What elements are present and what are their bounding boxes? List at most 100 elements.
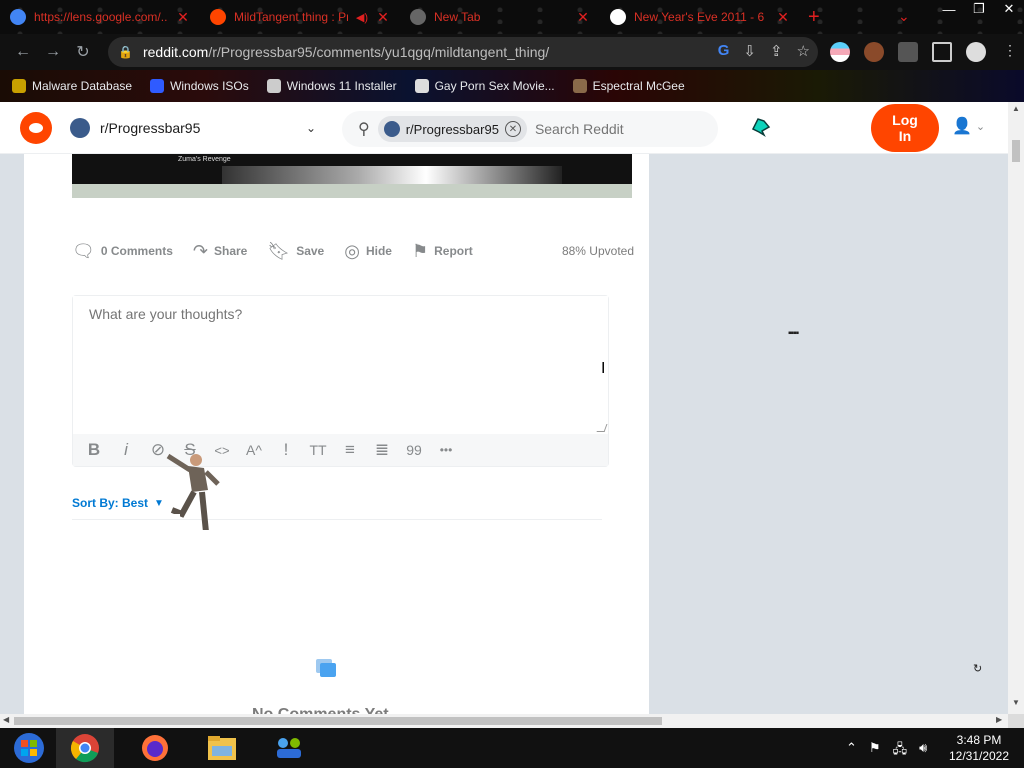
- bookmark-windows-isos[interactable]: Windows ISOs: [150, 79, 249, 93]
- network-icon[interactable]: 🖧: [893, 740, 908, 762]
- user-menu-button[interactable]: 👤 ⌄: [952, 116, 985, 136]
- google-lens-icon: [10, 9, 26, 25]
- bookmark-label: Gay Porn Sex Movie...: [434, 79, 555, 93]
- comment-editor: B i ⊘ S <> A^ ! TT ≡ ≣ 99 •••: [72, 295, 609, 467]
- back-button[interactable]: ←: [8, 37, 38, 67]
- post-image[interactable]: Zuma's Revenge: [72, 154, 632, 198]
- scroll-down-icon[interactable]: ▼: [1012, 698, 1020, 707]
- horizontal-scrollbar[interactable]: ◀ ▶: [0, 714, 1008, 728]
- new-tab-button[interactable]: +: [808, 6, 828, 29]
- spoiler-icon[interactable]: !: [277, 440, 295, 460]
- close-icon[interactable]: ✕: [176, 9, 190, 26]
- taskbar-clock[interactable]: 3:48 PM 12/31/2022: [944, 732, 1014, 764]
- extension-avatar-icon[interactable]: [864, 42, 884, 62]
- scrollbar-corner: [1008, 714, 1024, 728]
- loading-spinner-icon: ↻: [973, 663, 983, 675]
- taskbar-chrome[interactable]: [56, 728, 114, 768]
- sort-by-dropdown[interactable]: Sort By: Best ▼: [72, 496, 164, 510]
- extensions-puzzle-icon[interactable]: [898, 42, 918, 62]
- close-icon[interactable]: ✕: [776, 9, 790, 26]
- tab-google-lens[interactable]: https://lens.google.com/... ✕: [0, 0, 200, 34]
- extensions-area: ⋮: [830, 42, 1020, 62]
- extension-flag-icon[interactable]: [830, 42, 850, 62]
- loading-dots: ▪▪▪▪: [788, 328, 799, 339]
- numbered-list-icon[interactable]: ≣: [373, 440, 391, 460]
- community-selector[interactable]: r/Progressbar95 ⌄: [70, 114, 320, 142]
- minimize-button[interactable]: —: [934, 0, 964, 18]
- volume-icon[interactable]: 🔊︎: [919, 740, 927, 762]
- hide-button[interactable]: ◎ Hide: [344, 241, 392, 262]
- italic-icon[interactable]: i: [117, 440, 135, 460]
- action-center-flag-icon[interactable]: ⚑: [869, 740, 881, 762]
- search-input[interactable]: [534, 121, 685, 137]
- side-panel-icon[interactable]: [932, 42, 952, 62]
- subreddit-icon: [383, 121, 400, 137]
- bookmarks-bar: Malware Database Windows ISOs Windows 11…: [0, 70, 1024, 102]
- bookmark-star-icon[interactable]: ☆: [797, 42, 810, 60]
- url-path: /r/Progressbar95/comments/yu1qgq/mildtan…: [208, 44, 550, 60]
- comment-textarea[interactable]: [73, 296, 608, 434]
- show-hidden-icons[interactable]: ⌃: [846, 740, 857, 762]
- reddit-logo-icon[interactable]: [20, 112, 52, 144]
- bold-icon[interactable]: B: [85, 440, 103, 460]
- vertical-scrollbar[interactable]: ▲ ▼: [1008, 102, 1024, 714]
- search-scope-chip[interactable]: r/Progressbar95 ✕: [377, 116, 527, 142]
- close-window-button[interactable]: ✕: [994, 0, 1024, 18]
- forward-button[interactable]: →: [38, 37, 68, 67]
- search-bar[interactable]: ⚲ r/Progressbar95 ✕: [342, 111, 718, 147]
- superscript-icon[interactable]: A^: [245, 442, 263, 458]
- bookmark-malware-database[interactable]: Malware Database: [12, 79, 132, 93]
- tab-new-tab[interactable]: New Tab ✕: [400, 0, 600, 34]
- browser-toolbar: ← → ↻ 🔒 reddit.com/r/Progressbar95/comme…: [0, 34, 1024, 70]
- bookmark-icon: [266, 79, 281, 93]
- tab-search-icon[interactable]: ⌄: [898, 8, 910, 25]
- taskbar-network-app[interactable]: [260, 728, 318, 768]
- taskbar-firefox[interactable]: [126, 728, 184, 768]
- tab-reddit[interactable]: MildTangent thing : Pr ◀) ✕: [200, 0, 400, 34]
- profile-avatar-icon[interactable]: [966, 42, 986, 62]
- taskbar-file-explorer[interactable]: [193, 728, 251, 768]
- login-button[interactable]: Log In: [871, 104, 939, 152]
- firefox-icon: [142, 735, 168, 761]
- comments-button[interactable]: 🗨 0 Comments: [72, 241, 173, 262]
- google-icon[interactable]: G: [718, 42, 730, 60]
- quote-block-icon[interactable]: 99: [405, 442, 423, 458]
- install-icon[interactable]: ⇩: [743, 42, 756, 60]
- save-button[interactable]: 🔖︎ Save: [267, 241, 324, 262]
- share-icon[interactable]: ⇪: [770, 42, 783, 60]
- more-options-icon[interactable]: •••: [437, 443, 455, 457]
- speaker-icon[interactable]: ◀): [356, 11, 368, 24]
- share-button[interactable]: ↷ Share: [193, 241, 247, 262]
- report-button[interactable]: ⚑ Report: [412, 241, 473, 262]
- chrome-icon: [70, 734, 99, 763]
- close-icon[interactable]: ✕: [576, 9, 590, 26]
- windows-taskbar: ⌃ ⚑ 🖧 🔊︎ 3:48 PM 12/31/2022: [0, 728, 1024, 768]
- start-button[interactable]: [0, 728, 58, 768]
- sort-label: Sort By: Best: [72, 496, 149, 510]
- restore-button[interactable]: ❐: [964, 0, 994, 18]
- hide-label: Hide: [365, 244, 392, 258]
- bookmark-video-site[interactable]: Gay Porn Sex Movie...: [414, 79, 555, 93]
- bookmark-windows-11-installer[interactable]: Windows 11 Installer: [266, 79, 397, 93]
- lock-icon[interactable]: 🔒: [118, 45, 133, 59]
- reload-button[interactable]: ↻: [68, 37, 98, 67]
- menu-kebab-icon[interactable]: ⋮: [1000, 42, 1020, 62]
- bookmark-espectral-mcgee[interactable]: Espectral McGee: [572, 79, 685, 93]
- scroll-thumb[interactable]: [1012, 140, 1020, 162]
- clear-icon[interactable]: ✕: [504, 121, 521, 137]
- comments-label: 0 Comments: [100, 244, 173, 258]
- bulleted-list-icon[interactable]: ≡: [341, 440, 359, 460]
- close-icon[interactable]: ✕: [376, 9, 390, 26]
- flag-icon: ⚑: [411, 240, 429, 261]
- snoo-advertise-icon[interactable]: [750, 115, 772, 137]
- bookmark-label: Espectral McGee: [592, 79, 685, 93]
- tab-new-years-eve[interactable]: New Year's Eve 2011 - 6 ✕: [600, 0, 800, 34]
- heading-icon[interactable]: TT: [309, 442, 327, 458]
- scroll-left-icon[interactable]: ◀: [3, 715, 9, 724]
- scroll-up-icon[interactable]: ▲: [1012, 104, 1020, 113]
- scroll-thumb[interactable]: [14, 717, 662, 725]
- scroll-right-icon[interactable]: ▶: [996, 715, 1002, 724]
- tab-title: New Tab: [434, 10, 481, 24]
- address-bar[interactable]: 🔒 reddit.com/r/Progressbar95/comments/yu…: [108, 37, 818, 67]
- image-taskbar: [72, 184, 632, 198]
